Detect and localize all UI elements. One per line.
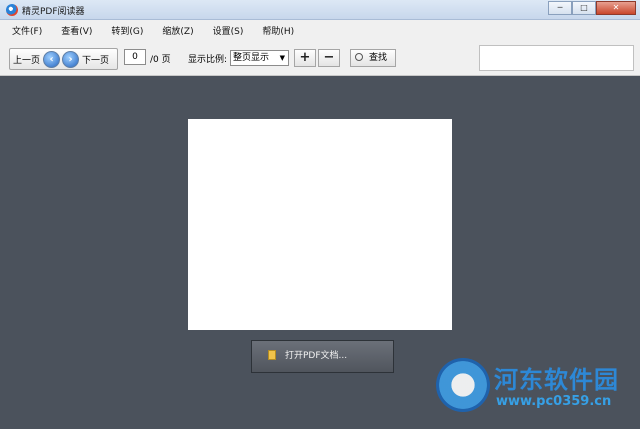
arrow-right-icon[interactable]: › xyxy=(62,50,80,68)
menu-settings[interactable]: 设置(S) xyxy=(201,24,251,37)
zoom-select-value: 整页显示 xyxy=(233,53,270,63)
page-number-input[interactable]: 0 xyxy=(124,49,146,65)
window-controls: ─ □ ✕ xyxy=(548,1,636,15)
next-page-button[interactable]: 下一页 xyxy=(79,53,112,66)
watermark-url: www.pc0359.cn xyxy=(496,394,612,409)
page-nav-group: 上一页 ‹ › 下一页 xyxy=(9,48,118,70)
chevron-down-icon: ▼ xyxy=(279,54,285,62)
maximize-button[interactable]: □ xyxy=(572,1,596,15)
close-button[interactable]: ✕ xyxy=(596,1,636,15)
magnifier-icon xyxy=(355,53,363,61)
menu-help[interactable]: 帮助(H) xyxy=(250,24,301,37)
menu-bar: 文件(F) 查看(V) 转到(G) 缩放(Z) 设置(S) 帮助(H) xyxy=(0,20,640,41)
arrow-left-icon[interactable]: ‹ xyxy=(43,50,61,68)
watermark-name: 河东软件园 xyxy=(494,365,619,394)
title-bar: 精灵PDF阅读器 ─ □ ✕ xyxy=(0,0,640,20)
open-pdf-button[interactable]: 打开PDF文档... xyxy=(251,340,394,373)
page-total-label: /0 页 xyxy=(150,55,171,65)
open-pdf-label: 打开PDF文档... xyxy=(285,351,348,361)
zoom-in-button[interactable]: + xyxy=(294,49,316,67)
search-input[interactable] xyxy=(479,45,634,71)
window-title: 精灵PDF阅读器 xyxy=(22,7,85,17)
find-button[interactable]: 查找 xyxy=(350,49,396,67)
watermark-logo-icon xyxy=(436,358,490,412)
zoom-out-button[interactable]: − xyxy=(318,49,340,67)
menu-file[interactable]: 文件(F) xyxy=(0,24,49,37)
find-button-label: 查找 xyxy=(369,53,388,63)
menu-view[interactable]: 查看(V) xyxy=(49,24,99,37)
app-logo-icon xyxy=(6,4,18,16)
menu-goto[interactable]: 转到(G) xyxy=(99,24,150,37)
document-page-placeholder xyxy=(188,119,452,330)
minimize-button[interactable]: ─ xyxy=(548,1,572,15)
site-watermark: 河东软件园 www.pc0359.cn xyxy=(436,354,636,416)
document-icon xyxy=(268,350,276,360)
zoom-label: 显示比例: xyxy=(188,55,228,65)
prev-page-button[interactable]: 上一页 xyxy=(10,53,43,66)
menu-zoom[interactable]: 缩放(Z) xyxy=(150,24,200,37)
zoom-select[interactable]: 整页显示 ▼ xyxy=(230,50,289,66)
